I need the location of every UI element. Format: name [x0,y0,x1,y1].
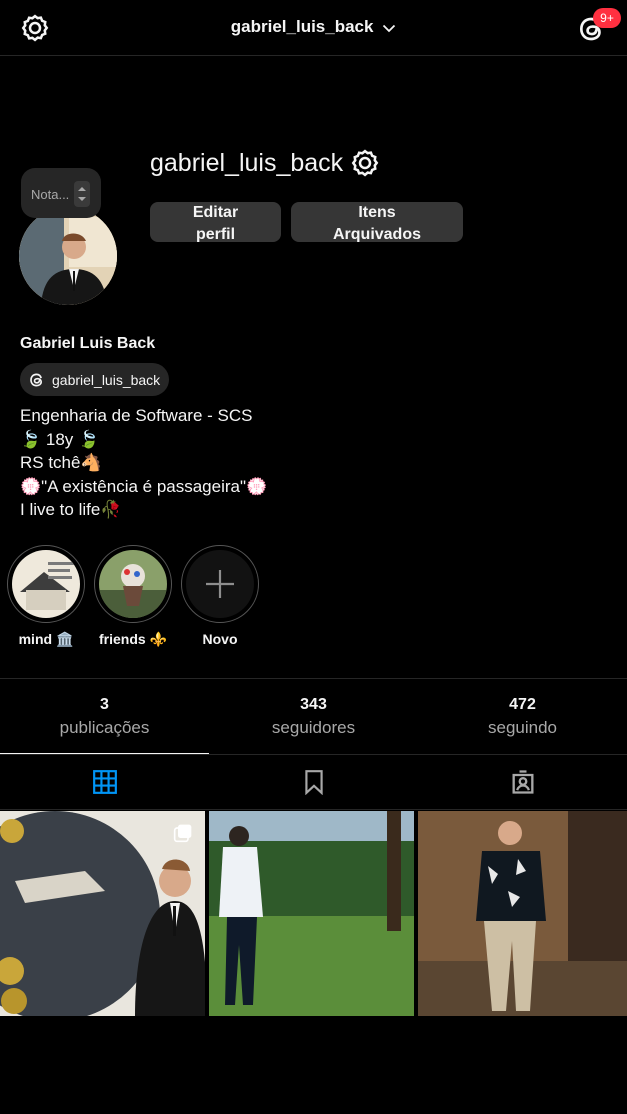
post-image [209,811,414,1016]
stat-label: seguidores [271,718,356,737]
highlight-label: friends ⚜️ [99,631,167,647]
threads-logo-icon [30,373,43,386]
stat-following[interactable]: 472 seguindo [418,679,627,754]
note-bubble[interactable]: Nota... [21,168,101,218]
tab-saved[interactable] [209,755,418,809]
plus-icon [206,570,234,598]
stat-followers[interactable]: 343 seguidores [209,679,418,754]
tagged-icon [512,770,533,794]
highlight-cover [99,550,167,618]
bio: Engenharia de Software - SCS 🍃 18y 🍃 RS … [20,404,267,522]
post-image [418,811,627,1016]
highlight-cover [186,550,254,618]
note-stepper[interactable] [74,181,90,207]
highlight-label: Novo [202,631,238,647]
multi-photo-icon [173,824,192,843]
edit-profile-button[interactable]: Editar perfil [150,202,281,242]
archive-button[interactable]: Itens Arquivados [291,202,463,242]
highlight-label: mind 🏛️ [18,631,74,647]
stat-label: publicações [59,718,150,737]
full-name: Gabriel Luis Back [20,335,156,352]
options-icon[interactable] [350,148,380,178]
stat-value: 343 [300,696,327,713]
tab-posts[interactable] [0,755,209,809]
stat-value: 472 [509,696,536,713]
threads-handle: gabriel_luis_back [52,371,161,388]
account-switcher[interactable]: gabriel_luis_back [0,17,627,37]
chevron-down-icon [383,24,396,32]
highlight-new[interactable]: Novo [181,545,259,647]
bio-line: Engenharia de Software - SCS [20,406,253,425]
content-tabs [0,755,627,810]
highlight-cover [12,550,80,618]
post-thumbnail[interactable] [418,811,627,1016]
post-thumbnail[interactable] [0,811,205,1016]
profile-avatar[interactable] [19,207,117,305]
notification-badge[interactable]: 9+ [593,8,621,28]
highlight-ring [181,545,259,623]
stat-posts[interactable]: 3 publicações [0,679,209,754]
highlight-friends[interactable]: friends ⚜️ [94,545,172,648]
bio-line: RS tchê🐴 [20,453,102,472]
note-placeholder: Nota... [31,187,70,202]
stat-value: 3 [100,696,109,713]
bio-line: 🍃 18y 🍃 [20,429,100,449]
posts-grid [0,811,627,1016]
tab-tagged[interactable] [418,755,627,809]
post-thumbnail[interactable] [209,811,414,1016]
bookmark-icon [304,770,323,795]
highlight-ring [94,545,172,623]
profile-stats: 3 publicações 343 seguidores 472 seguind… [0,678,627,755]
grid-icon [92,770,117,794]
threads-link[interactable]: gabriel_luis_back [20,363,170,396]
edit-profile-label: Editar perfil [192,204,239,242]
highlight-mind[interactable]: mind 🏛️ [7,545,85,648]
header-username: gabriel_luis_back [230,17,374,36]
bio-line: I live to life🥀 [20,500,122,519]
stat-label: seguindo [487,718,557,737]
profile-username: gabriel_luis_back [150,149,344,177]
archive-label: Itens Arquivados [332,204,421,242]
top-bar: gabriel_luis_back 9+ [0,0,627,56]
stepper-arrows-icon [78,187,86,201]
avatar-photo [19,207,117,305]
bio-line: 💮"A existência é passageira"💮 [20,476,268,496]
highlight-ring [7,545,85,623]
active-tab-indicator [0,753,209,754]
